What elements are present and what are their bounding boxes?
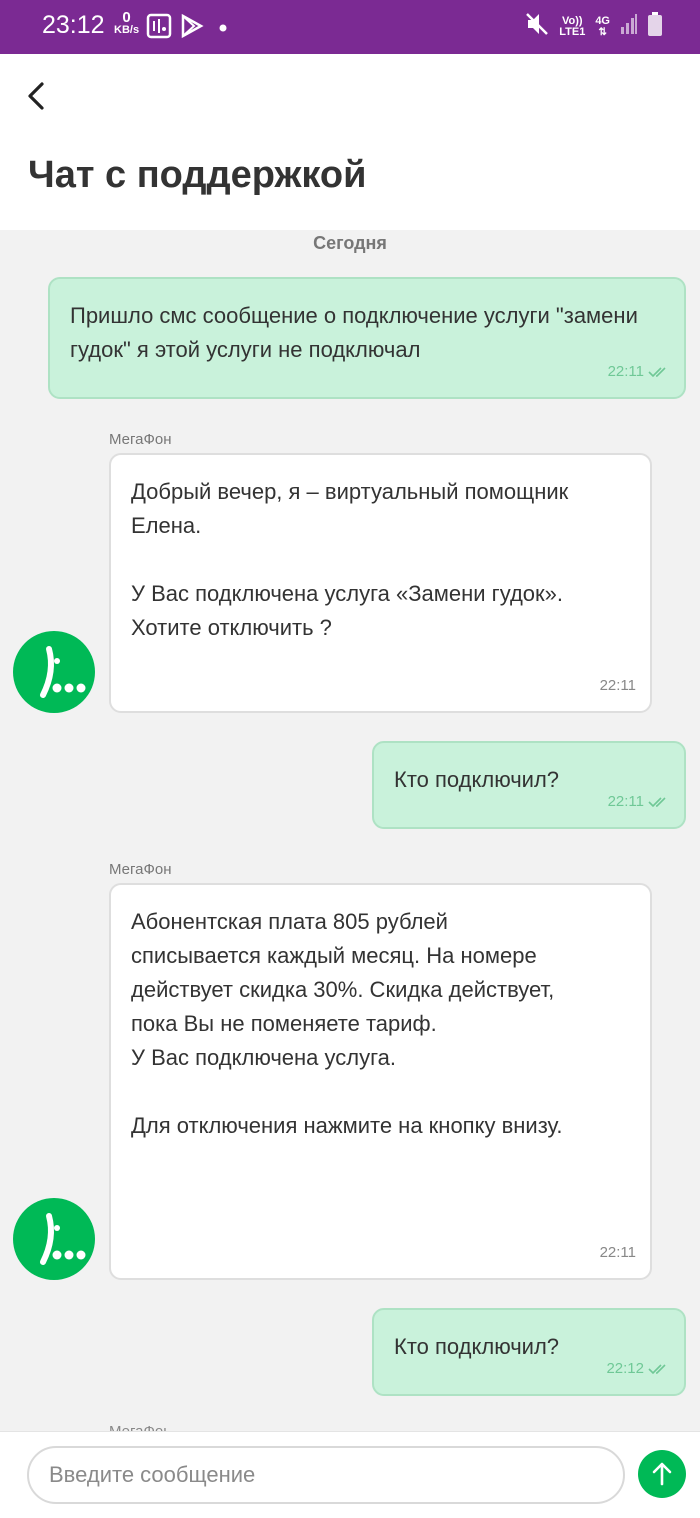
data-arrows-icon: ⇅ bbox=[598, 26, 607, 38]
bot-message[interactable]: Абонентская плата 805 рублей списывается… bbox=[109, 883, 652, 1280]
status-icons: Vo)) LTE1 4G ⇅ bbox=[525, 10, 662, 43]
network-type-label: 4G bbox=[595, 14, 610, 27]
network-speed-value: 0 bbox=[122, 9, 131, 26]
message-time-label: 22:11 bbox=[599, 677, 636, 694]
user-message[interactable]: Кто подключил? 22:12 bbox=[372, 1308, 686, 1396]
date-separator: Сегодня bbox=[313, 233, 387, 253]
message-text: Пришло смс сообщение о подключение услуг… bbox=[70, 303, 644, 362]
network-speed: 0 KB/s bbox=[114, 9, 140, 36]
back-button[interactable] bbox=[20, 76, 60, 116]
arrow-up-icon bbox=[652, 1462, 672, 1486]
message-time-label: 22:12 bbox=[606, 1360, 644, 1377]
megafon-avatar bbox=[13, 631, 95, 713]
message-time: 22:11 bbox=[608, 785, 670, 819]
notification-dot-icon bbox=[219, 19, 227, 37]
volte-indicator: Vo)) LTE1 bbox=[559, 14, 586, 38]
signal-icon bbox=[620, 13, 638, 40]
message-sender: МегаФон bbox=[109, 431, 172, 448]
gallery-notification-icon bbox=[146, 13, 172, 44]
bot-message[interactable]: Добрый вечер, я – виртуальный помощник Е… bbox=[109, 453, 652, 713]
megafon-logo-icon bbox=[13, 631, 95, 713]
message-text: Добрый вечер, я – виртуальный помощник Е… bbox=[131, 479, 569, 640]
message-composer bbox=[0, 1431, 700, 1518]
network-speed-unit: KB/s bbox=[114, 24, 140, 36]
status-bar: 23:12 0 KB/s Vo)) LTE1 4G ⇅ bbox=[0, 0, 700, 54]
user-message[interactable]: Кто подключил? 22:11 bbox=[372, 741, 686, 829]
volte-label: Vo)) bbox=[561, 14, 583, 27]
message-time: 22:12 bbox=[606, 1352, 670, 1386]
lte-label: LTE1 bbox=[559, 25, 586, 38]
message-time: 22:11 bbox=[600, 669, 636, 703]
user-message[interactable]: Пришло смс сообщение о подключение услуг… bbox=[48, 277, 686, 399]
double-check-icon bbox=[648, 797, 666, 808]
send-button[interactable] bbox=[638, 1450, 686, 1498]
chevron-left-icon bbox=[28, 82, 44, 110]
message-sender-partial: МегаФон bbox=[109, 1423, 169, 1431]
megafon-logo-icon bbox=[13, 1198, 95, 1280]
mute-icon bbox=[525, 10, 549, 43]
message-time: 22:11 bbox=[608, 355, 670, 389]
double-check-icon bbox=[648, 367, 666, 378]
network-type: 4G ⇅ bbox=[595, 14, 610, 38]
message-time-label: 22:11 bbox=[607, 363, 644, 380]
play-store-icon bbox=[180, 13, 204, 44]
clock: 23:12 bbox=[42, 11, 105, 39]
message-text: Абонентская плата 805 рублей списывается… bbox=[131, 909, 563, 1138]
app-header: Чат с поддержкой bbox=[0, 54, 700, 230]
message-time-label: 22:11 bbox=[607, 793, 644, 810]
message-time-label: 22:11 bbox=[599, 1244, 636, 1261]
message-input[interactable] bbox=[27, 1446, 625, 1504]
message-sender: МегаФон bbox=[109, 861, 172, 878]
battery-icon bbox=[648, 12, 662, 41]
page-title: Чат с поддержкой bbox=[28, 154, 367, 196]
double-check-icon bbox=[648, 1364, 666, 1375]
message-time: 22:11 bbox=[600, 1236, 636, 1270]
megafon-avatar bbox=[13, 1198, 95, 1280]
